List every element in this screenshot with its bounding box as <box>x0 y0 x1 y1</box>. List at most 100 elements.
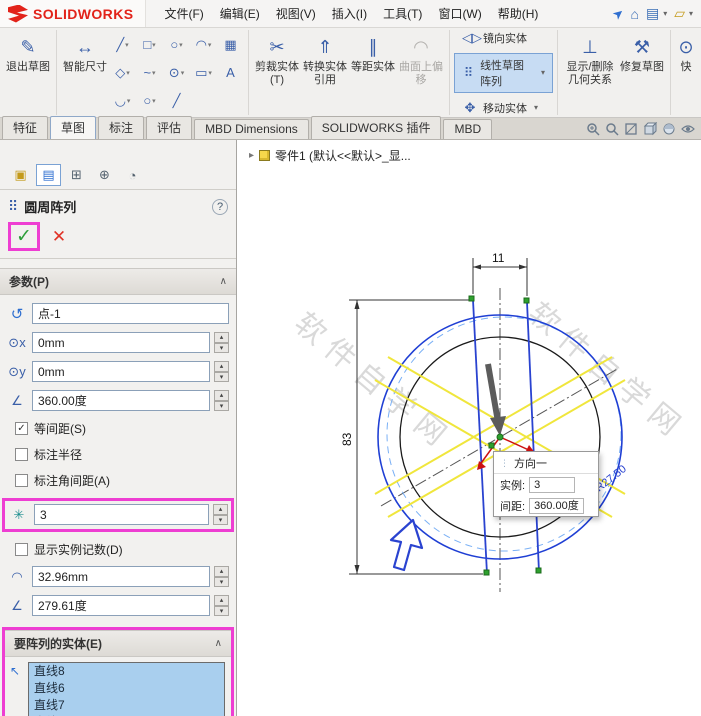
spin-up-icon[interactable]: ▴ <box>214 595 229 606</box>
move-entities-button[interactable]: ✥ 移动实体 ▾ <box>454 96 553 120</box>
text-tool-button[interactable]: A <box>217 59 244 87</box>
circle-tool-button[interactable]: ○ ▾ <box>163 31 190 59</box>
dim-width-text[interactable]: 11 <box>492 251 505 265</box>
slot-tool-button[interactable]: ▭ ▾ <box>190 59 217 87</box>
collapse-icon[interactable]: ∧ <box>220 276 227 287</box>
arc-angle-field[interactable]: 279.61度 <box>32 595 210 616</box>
ok-button[interactable]: ✓ <box>16 226 32 247</box>
tab-mbd-dimensions[interactable]: MBD Dimensions <box>194 119 309 139</box>
configuration-manager-tab[interactable]: ⊞ <box>64 164 89 186</box>
center-x-spinner[interactable]: ▴ ▾ <box>214 332 229 353</box>
section-view-icon[interactable] <box>624 122 638 136</box>
point-tool-button[interactable]: ⊙ ▾ <box>163 59 190 87</box>
center-y-spinner[interactable]: ▴ ▾ <box>214 361 229 382</box>
linear-pattern-caret-icon[interactable]: ▾ <box>541 68 545 77</box>
dim-height-text[interactable]: 83 <box>340 432 354 446</box>
offset-entities-button[interactable]: ∥ 等距实体 <box>349 32 397 74</box>
pattern-center-field[interactable]: 点-1 <box>32 303 229 324</box>
spin-down-icon[interactable]: ▾ <box>214 371 229 382</box>
trim-entities-button[interactable]: ✂ 剪裁实体(T) <box>253 32 301 87</box>
open-caret-icon[interactable]: ▾ <box>689 9 693 18</box>
radius-field[interactable]: 32.96mm <box>32 566 210 587</box>
display-delete-relations-button[interactable]: ⊥ 显示/删除几何关系 <box>562 32 618 87</box>
center-x-field[interactable]: 0mm <box>32 332 210 353</box>
convert-entities-button[interactable]: ⇑ 转换实体引用 <box>301 32 349 87</box>
dim-angle-checkbox[interactable] <box>15 474 28 487</box>
menu-view[interactable]: 视图(V) <box>268 1 324 26</box>
reverse-direction-icon[interactable]: ↺ <box>6 305 28 323</box>
center-point[interactable] <box>496 433 504 441</box>
tree-expand-icon[interactable]: ▸ <box>249 150 254 161</box>
spin-down-icon[interactable]: ▾ <box>214 576 229 587</box>
arc-angle-spinner[interactable]: ▴ ▾ <box>214 595 229 616</box>
grid-tool-button[interactable]: ▦ <box>217 31 244 59</box>
mirror-entities-button[interactable]: ◁▷ 镜向实体 <box>454 26 553 50</box>
spin-down-icon[interactable]: ▾ <box>214 342 229 353</box>
collapse-icon[interactable]: ∧ <box>215 638 222 649</box>
spline-tool-button[interactable]: ~ ▾ <box>136 59 163 87</box>
spin-up-icon[interactable]: ▴ <box>214 566 229 577</box>
new-document-icon[interactable]: ▤ <box>646 5 659 22</box>
list-item[interactable]: 直线8 <box>29 663 224 680</box>
tab-markup[interactable]: 标注 <box>98 116 145 139</box>
sketch-point[interactable] <box>468 295 475 302</box>
linear-sketch-pattern-button[interactable]: ⠿ 线性草图阵列 ▾ <box>454 52 553 93</box>
center-y-field[interactable]: 0mm <box>32 361 210 382</box>
total-angle-spinner[interactable]: ▴ ▾ <box>214 390 229 411</box>
smart-dimension-button[interactable]: ↔ 智能尺寸 <box>61 32 109 74</box>
spin-down-icon[interactable]: ▾ <box>213 514 228 525</box>
spin-up-icon[interactable]: ▴ <box>213 504 228 515</box>
property-manager-tab[interactable]: ▤ <box>36 164 61 186</box>
spin-down-icon[interactable]: ▾ <box>214 605 229 616</box>
tab-evaluate[interactable]: 评估 <box>146 116 193 139</box>
display-manager-tab[interactable]: ◔ <box>120 164 145 186</box>
total-angle-field[interactable]: 360.00度 <box>32 390 210 411</box>
construction-tool-button[interactable]: ╱ <box>163 87 190 115</box>
spin-up-icon[interactable]: ▴ <box>214 390 229 401</box>
fillet-tool-button[interactable]: ◡ ▾ <box>109 87 136 115</box>
rectangle-tool-button[interactable]: □ ▾ <box>136 31 163 59</box>
spin-up-icon[interactable]: ▴ <box>214 332 229 343</box>
arc-tool-button[interactable]: ◠ ▾ <box>190 31 217 59</box>
sketch-point[interactable] <box>535 567 542 574</box>
feature-manager-tab[interactable]: ▣ <box>8 164 33 186</box>
open-icon[interactable]: ▱ <box>674 5 685 22</box>
view-orientation-icon[interactable] <box>643 122 657 136</box>
sketch-point[interactable] <box>523 297 530 304</box>
graphics-area[interactable]: ▸ 零件1 (默认<<默认>_显... 软件自学网 软件自学网 11 83 R2… <box>237 140 701 716</box>
tab-features[interactable]: 特征 <box>2 116 49 139</box>
menu-window[interactable]: 窗口(W) <box>430 1 489 26</box>
ellipse-tool-button[interactable]: ○ ▾ <box>136 87 163 115</box>
display-style-icon[interactable] <box>662 122 676 136</box>
callout-header[interactable]: ⋮ 方向一 <box>494 452 598 474</box>
spin-down-icon[interactable]: ▾ <box>214 400 229 411</box>
instances-spinner[interactable]: ▴ ▾ <box>213 504 228 525</box>
zoom-fit-icon[interactable] <box>605 122 619 136</box>
parameters-section-header[interactable]: 参数(P) ∧ <box>0 268 236 295</box>
pin-icon[interactable]: ➤ <box>609 4 628 23</box>
menu-insert[interactable]: 插入(I) <box>324 1 375 26</box>
dim-radius-checkbox[interactable] <box>15 448 28 461</box>
cancel-button[interactable]: ✕ <box>52 227 66 247</box>
new-document-caret-icon[interactable]: ▾ <box>663 9 667 18</box>
list-item[interactable]: 直线6 <box>29 680 224 697</box>
menu-help[interactable]: 帮助(H) <box>490 1 547 26</box>
menu-edit[interactable]: 编辑(E) <box>212 1 268 26</box>
help-icon[interactable]: ? <box>212 198 228 215</box>
tab-addins[interactable]: SOLIDWORKS 插件 <box>310 116 442 139</box>
hide-show-items-icon[interactable] <box>681 122 695 136</box>
feature-tree-root[interactable]: ▸ 零件1 (默认<<默认>_显... <box>249 147 411 164</box>
callout-spacing-value[interactable]: 360.00度 <box>529 498 584 514</box>
home-icon[interactable]: ⌂ <box>630 6 638 22</box>
line-tool-button[interactable]: ╱ ▾ <box>109 31 136 59</box>
radius-spinner[interactable]: ▴ ▾ <box>214 566 229 587</box>
entities-section-header[interactable]: 要阵列的实体(E) ∧ <box>5 630 231 657</box>
dimxpert-manager-tab[interactable]: ⊕ <box>92 164 117 186</box>
sketch-point[interactable] <box>488 442 495 449</box>
equal-spacing-checkbox[interactable]: ✓ <box>15 422 28 435</box>
tab-mbd[interactable]: MBD <box>443 119 493 139</box>
menu-file[interactable]: 文件(F) <box>156 1 211 26</box>
repair-sketch-button[interactable]: ⚒ 修复草图 <box>618 32 666 74</box>
menu-tools[interactable]: 工具(T) <box>375 1 430 26</box>
instances-field[interactable]: 3 <box>34 504 209 525</box>
